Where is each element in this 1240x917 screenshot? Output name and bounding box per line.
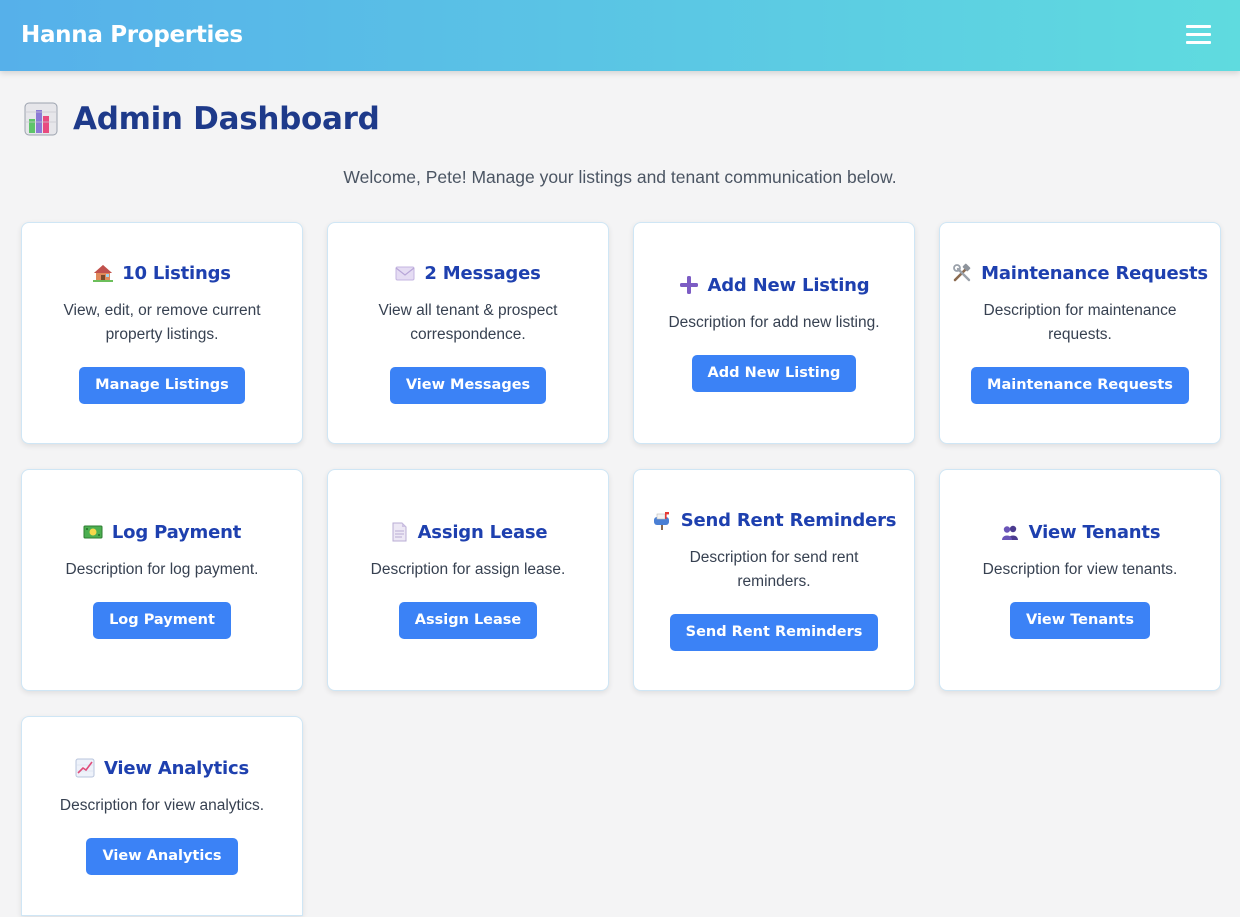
- plus-icon: [679, 276, 698, 294]
- document-icon: [392, 522, 407, 542]
- card-title-text: Log Payment: [111, 521, 242, 543]
- card-title-text: 2 Messages: [424, 262, 541, 284]
- people-icon: [1001, 525, 1018, 540]
- view-messages-button[interactable]: View Messages: [389, 366, 547, 404]
- card-description: Description for assign lease.: [370, 560, 566, 578]
- card-description: View all tenant & prospect correspondenc…: [378, 301, 558, 343]
- card-title-text: View Tenants: [1028, 521, 1161, 543]
- card-description: Description for view tenants.: [982, 560, 1178, 578]
- card-title: Send Rent Reminders: [652, 509, 897, 531]
- card-description: Description for log payment.: [65, 560, 259, 578]
- card-description: Description for send rent reminders.: [689, 548, 859, 590]
- card-title: View Tenants: [1000, 522, 1161, 543]
- card-title-text: Send Rent Reminders: [680, 509, 897, 531]
- card-title-text: View Analytics: [103, 757, 250, 779]
- view-tenants-card: View Tenants Description for view tenant…: [939, 469, 1221, 691]
- cash-icon: [83, 525, 103, 539]
- house-icon: [93, 265, 114, 282]
- card-title-text: Assign Lease: [417, 521, 548, 543]
- card-description: Description for maintenance requests.: [983, 301, 1177, 343]
- card-title: Assign Lease: [389, 522, 548, 543]
- log-payment-card: Log Payment Description for log payment.…: [21, 469, 303, 691]
- card-title: 2 Messages: [395, 262, 541, 284]
- envelope-icon: [395, 266, 415, 281]
- manage-listings-button[interactable]: Manage Listings: [79, 366, 245, 404]
- listings-card: 10 Listings View, edit, or remove curren…: [21, 222, 303, 444]
- trend-chart-icon: [75, 758, 95, 778]
- maintenance-requests-button[interactable]: Maintenance Requests: [971, 366, 1189, 404]
- messages-card: 2 Messages View all tenant & prospect co…: [327, 222, 609, 444]
- card-title: Add New Listing: [679, 275, 870, 296]
- maintenance-card: Maintenance Requests Description for mai…: [939, 222, 1221, 444]
- add-listing-card: Add New Listing Description for add new …: [633, 222, 915, 444]
- view-tenants-button[interactable]: View Tenants: [1009, 601, 1150, 639]
- log-payment-button[interactable]: Log Payment: [93, 601, 231, 639]
- card-title: 10 Listings: [93, 263, 231, 284]
- card-description: Description for add new listing.: [668, 313, 880, 331]
- mailbox-icon: [653, 512, 669, 530]
- tools-icon: [953, 263, 971, 282]
- assign-lease-card: Assign Lease Description for assign leas…: [327, 469, 609, 691]
- card-title-text: 10 Listings: [122, 262, 231, 284]
- dashboard-grid: 10 Listings View, edit, or remove curren…: [0, 0, 1240, 917]
- rent-reminders-card: Send Rent Reminders Description for send…: [633, 469, 915, 691]
- card-title-text: Add New Listing: [707, 274, 870, 296]
- view-analytics-button[interactable]: View Analytics: [86, 837, 238, 875]
- card-title: Log Payment: [83, 522, 241, 543]
- send-rent-reminders-button[interactable]: Send Rent Reminders: [669, 613, 879, 651]
- add-new-listing-button[interactable]: Add New Listing: [691, 354, 857, 392]
- card-description: View, edit, or remove current property l…: [63, 301, 261, 343]
- card-title-text: Maintenance Requests: [981, 262, 1208, 284]
- card-title: View Analytics: [75, 758, 249, 779]
- card-title: Maintenance Requests: [952, 263, 1208, 284]
- assign-lease-button[interactable]: Assign Lease: [398, 601, 538, 639]
- card-description: Description for view analytics.: [59, 796, 265, 814]
- view-analytics-card: View Analytics Description for view anal…: [21, 716, 303, 916]
